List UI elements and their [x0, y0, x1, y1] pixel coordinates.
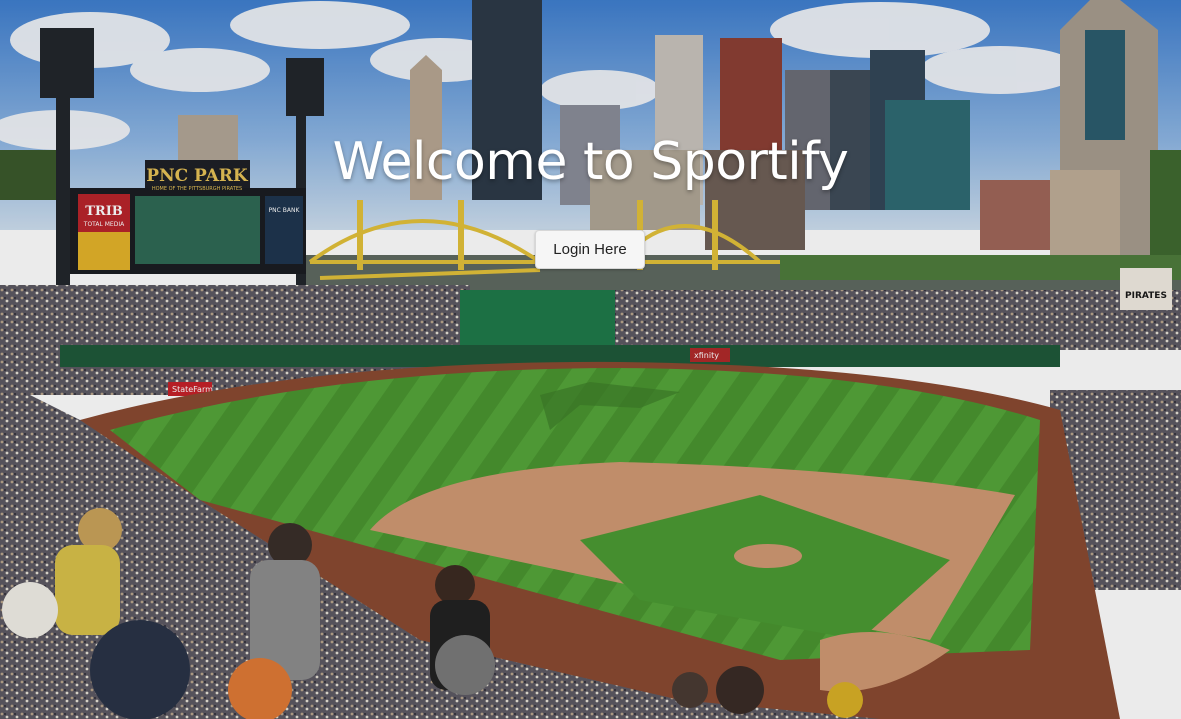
page-title: Welcome to Sportify	[332, 132, 849, 192]
stadium-background-image: PNC PARK HOME OF THE PITTSBURGH PIRATES …	[0, 0, 1181, 719]
hero-section: PNC PARK HOME OF THE PITTSBURGH PIRATES …	[0, 0, 1181, 719]
login-button[interactable]: Login Here	[535, 230, 645, 269]
